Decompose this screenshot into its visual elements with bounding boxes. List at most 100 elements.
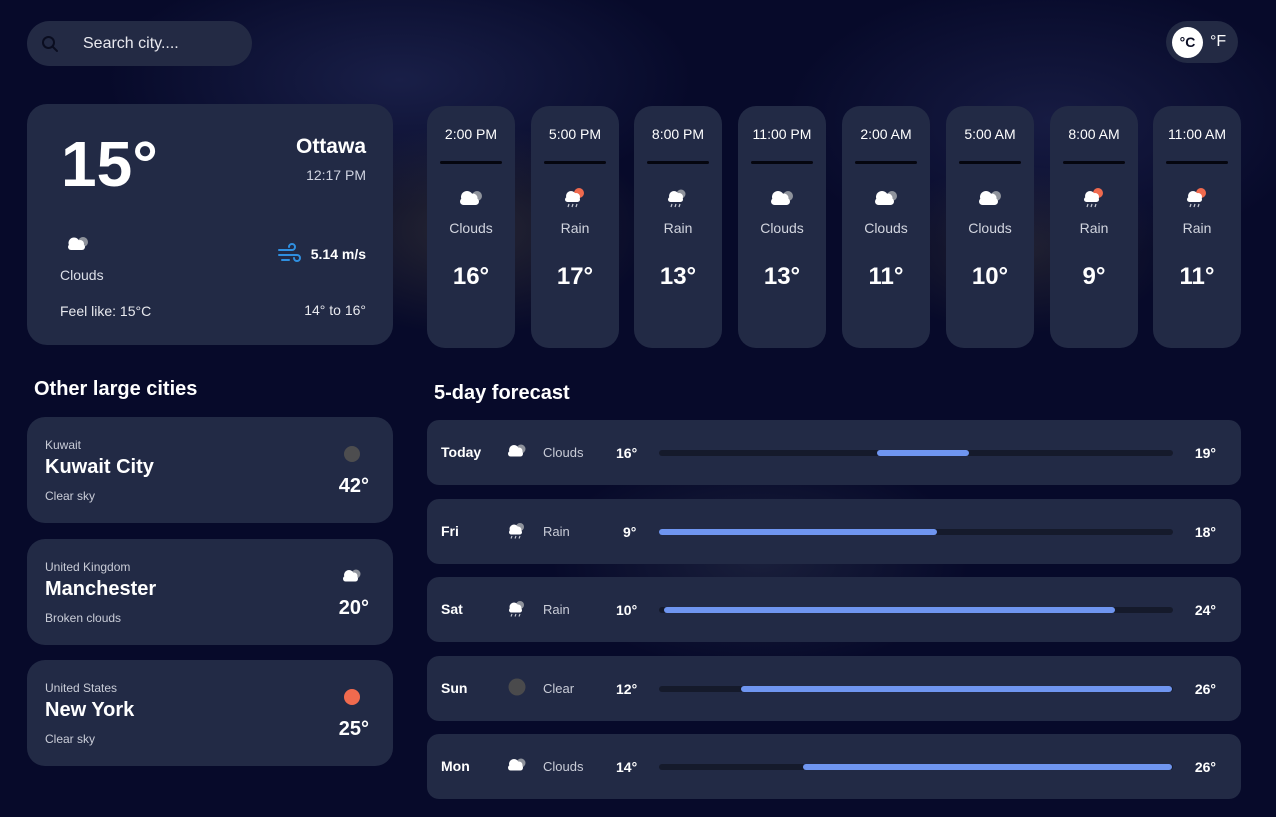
- clear-night-icon: [508, 678, 526, 696]
- city-name: New York: [45, 699, 135, 721]
- hourly-temperature: 13°: [659, 263, 697, 290]
- temperature-range-fill: [664, 607, 1115, 613]
- forecast-min-temp: 9°: [623, 524, 637, 540]
- forecast-icon: [508, 678, 526, 696]
- forecast-max-temp: 18°: [1194, 524, 1216, 540]
- rain-icon: [668, 189, 686, 208]
- city-country: Kuwait: [45, 438, 82, 452]
- forecast-heading: 5-day forecast: [434, 382, 570, 404]
- rain-icon: [509, 601, 524, 617]
- hourly-icon: [1081, 186, 1107, 208]
- city-description: Broken clouds: [45, 611, 122, 625]
- city-card-kuwait-city[interactable]: Kuwait Kuwait City Clear sky 42°: [27, 417, 393, 523]
- hourly-temperature: 17°: [556, 263, 594, 290]
- divider: [959, 161, 1021, 164]
- forecast-row-sun: Sun Clear 12° 26°: [427, 656, 1241, 721]
- hourly-time: 5:00 AM: [964, 126, 1016, 142]
- hourly-icon: [767, 186, 797, 208]
- hourly-time: 11:00 PM: [752, 126, 812, 142]
- forecast-condition: Clear: [543, 681, 575, 696]
- current-condition-icon: [64, 234, 92, 252]
- forecast-max-temp: 26°: [1194, 681, 1216, 697]
- hourly-condition: Clouds: [968, 220, 1012, 236]
- search-icon: [42, 35, 58, 52]
- hourly-temperature: 10°: [971, 263, 1009, 290]
- city-temperature: 42°: [338, 475, 369, 497]
- hourly-time: 2:00 AM: [860, 126, 912, 142]
- clouds-icon: [771, 191, 793, 205]
- hourly-temperature: 16°: [452, 263, 490, 290]
- hourly-time: 2:00 PM: [444, 126, 498, 142]
- hourly-time: 8:00 PM: [651, 126, 705, 142]
- wind-speed-value: 5.14 m/s: [310, 246, 366, 262]
- hourly-temperature: 13°: [763, 263, 801, 290]
- divider: [440, 161, 502, 164]
- hourly-icon: [562, 186, 588, 208]
- hourly-condition: Rain: [1182, 220, 1212, 236]
- hourly-card: 2:00 PM Clouds 16°: [427, 106, 515, 348]
- clear-night-icon: [344, 446, 360, 462]
- forecast-icon: [505, 521, 529, 539]
- city-temperature: 25°: [338, 718, 369, 740]
- city-country: United Kingdom: [45, 560, 131, 574]
- forecast-condition: Rain: [543, 602, 570, 617]
- hourly-card: 8:00 PM Rain 13°: [634, 106, 722, 348]
- city-weather-icon: [340, 567, 364, 583]
- forecast-day: Today: [441, 444, 482, 460]
- rain-icon: [509, 523, 524, 539]
- hourly-card: 8:00 AM Rain 9°: [1050, 106, 1138, 348]
- hourly-condition: Rain: [1079, 220, 1109, 236]
- forecast-row-mon: Mon Clouds 14° 26°: [427, 734, 1241, 799]
- current-weather-card: 15° Ottawa 12:17 PM Clouds 5.14 m/s Feel…: [27, 104, 393, 345]
- temperature-range-bar: [659, 764, 1173, 770]
- hourly-time: 8:00 AM: [1068, 126, 1120, 142]
- divider: [1166, 161, 1228, 164]
- search-bar[interactable]: [27, 21, 252, 66]
- hourly-temperature: 11°: [868, 263, 904, 290]
- temperature-range-bar: [659, 529, 1173, 535]
- clouds-icon: [460, 191, 482, 205]
- city-weather-icon: [343, 445, 361, 463]
- forecast-condition: Clouds: [543, 445, 584, 460]
- other-cities-heading: Other large cities: [34, 378, 198, 400]
- city-card-manchester[interactable]: United Kingdom Manchester Broken clouds …: [27, 539, 393, 645]
- hourly-icon: [975, 186, 1005, 208]
- temperature-range-fill: [802, 764, 1172, 770]
- forecast-min-temp: 10°: [616, 602, 638, 618]
- rain-sun-icon: [1084, 188, 1103, 208]
- forecast-icon: [505, 756, 529, 772]
- celsius-button[interactable]: °C: [1172, 26, 1203, 58]
- wind-icon: [277, 243, 301, 262]
- hourly-condition: Clouds: [449, 220, 493, 236]
- hourly-card: 11:00 AM Rain 11°: [1153, 106, 1241, 348]
- forecast-day: Sun: [441, 680, 468, 696]
- forecast-icon: [505, 442, 529, 458]
- divider: [751, 161, 813, 164]
- clouds-icon: [68, 237, 88, 250]
- wind-speed: 5.14 m/s: [277, 243, 366, 265]
- forecast-icon: [505, 599, 529, 617]
- city-description: Clear sky: [45, 489, 96, 503]
- forecast-max-temp: 19°: [1194, 445, 1216, 461]
- hourly-temperature: 9°: [1082, 263, 1106, 290]
- city-country: United States: [45, 681, 118, 695]
- city-temperature: 20°: [338, 597, 369, 619]
- unit-toggle[interactable]: °C °F: [1166, 21, 1238, 63]
- hourly-time: 11:00 AM: [1167, 126, 1227, 142]
- hourly-card: 2:00 AM Clouds 11°: [842, 106, 930, 348]
- divider: [544, 161, 606, 164]
- city-card-new-york[interactable]: United States New York Clear sky 25°: [27, 660, 393, 766]
- forecast-min-temp: 14°: [616, 759, 638, 775]
- hourly-condition: Clouds: [864, 220, 908, 236]
- city-description: Clear sky: [45, 732, 96, 746]
- search-input[interactable]: [83, 34, 233, 53]
- temperature-range-fill: [659, 529, 938, 535]
- hourly-icon: [871, 186, 901, 208]
- current-temperature: 15°: [61, 128, 158, 200]
- hourly-card: 5:00 PM Rain 17°: [531, 106, 619, 348]
- temperature-range: 14° to 16°: [304, 302, 366, 318]
- clouds-icon: [508, 758, 526, 771]
- current-time: 12:17 PM: [306, 167, 366, 183]
- fahrenheit-button[interactable]: °F: [1210, 33, 1226, 51]
- hourly-icon: [1184, 186, 1210, 208]
